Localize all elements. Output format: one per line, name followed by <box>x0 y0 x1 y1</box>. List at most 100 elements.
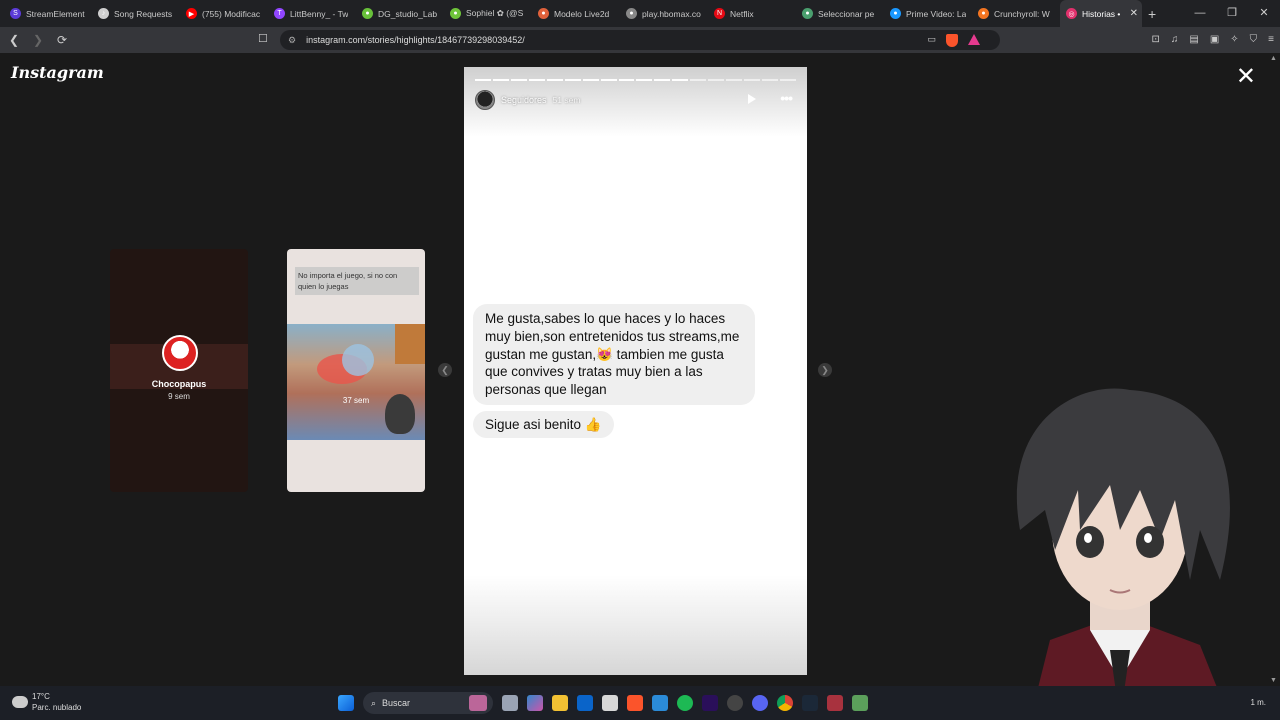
tab-title: Prime Video: La <box>906 8 966 19</box>
weather-widget[interactable]: 17°C Parc. nublado <box>12 691 81 713</box>
browser-tab-strip: S StreamElement ♪ Song Requests ▶ (755) Modif… <box>0 0 1280 27</box>
active-story[interactable]: Seguidores 51 sem ••• Me gusta,sabes lo … <box>464 67 807 675</box>
browser-tab[interactable]: ◎ Historias • ✕ <box>1060 0 1142 27</box>
back-icon[interactable]: ❮ <box>4 33 24 47</box>
tab-favicon-icon: ● <box>626 8 637 19</box>
browser-tab[interactable]: T LittBenny_ - Tw <box>268 0 356 27</box>
story-preview-game[interactable]: No importa el juego, si no con quien lo … <box>287 249 425 492</box>
progress-segment <box>708 79 725 81</box>
close-stories-button[interactable]: ✕ <box>1236 65 1256 89</box>
store-icon[interactable] <box>602 695 618 711</box>
cast-icon[interactable]: ▭ <box>927 34 936 47</box>
browser-tab[interactable]: S StreamElement <box>4 0 92 27</box>
tab-title: Netflix <box>730 8 754 19</box>
minimize-button[interactable]: — <box>1184 0 1216 27</box>
screenshot-icon[interactable]: ⊡ <box>1151 34 1159 45</box>
browser-tab[interactable]: ♪ Song Requests <box>92 0 180 27</box>
weather-desc: Parc. nublado <box>32 703 82 712</box>
tab-favicon-icon: ● <box>538 8 549 19</box>
browser-tab[interactable]: ● Prime Video: La <box>884 0 972 27</box>
site-info-icon[interactable]: ⚙ <box>288 35 296 46</box>
tab-title: Seleccionar pe <box>818 8 875 19</box>
app-icon[interactable] <box>827 695 843 711</box>
address-bar-icons: ▭ <box>927 34 980 47</box>
discord-icon[interactable] <box>752 695 768 711</box>
message-bubble: Me gusta,sabes lo que haces y lo haces m… <box>473 304 755 405</box>
search-highlight-icon <box>469 695 487 711</box>
system-clock[interactable]: 1 m. <box>1250 698 1266 707</box>
story-message-image: Me gusta,sabes lo que haces y lo haces m… <box>464 299 807 444</box>
menu-icon[interactable]: ≡ <box>1268 34 1274 45</box>
tab-title: LittBenny_ - Tw <box>290 8 349 19</box>
tab-favicon-icon: S <box>10 8 21 19</box>
avatar <box>162 335 198 371</box>
copilot-icon[interactable] <box>527 695 543 711</box>
windows-start-icon[interactable] <box>338 695 354 711</box>
preview-time: 9 sem <box>168 392 190 401</box>
new-tab-button[interactable]: + <box>1148 6 1156 22</box>
browser-tab[interactable]: ● DG_studio_Lab <box>356 0 444 27</box>
toolbar-icons: ⊡ ♫ ▤ ▣ ✧ ⛉ ≡ <box>1151 34 1274 45</box>
progress-segment <box>528 79 545 81</box>
tab-title: DG_studio_Lab <box>378 8 438 19</box>
bookmark-icon[interactable]: ☐ <box>258 32 268 45</box>
tab-title: Historias • <box>1082 8 1121 19</box>
avatar[interactable] <box>475 90 495 110</box>
spotify-icon[interactable] <box>677 695 693 711</box>
browser-tab[interactable]: ● Modelo Live2d <box>532 0 620 27</box>
vpn-icon[interactable]: ⛉ <box>1250 34 1258 45</box>
progress-segment <box>475 79 491 81</box>
play-icon[interactable] <box>748 94 756 104</box>
leo-ai-icon[interactable]: ✧ <box>1230 34 1238 45</box>
tab-favicon-icon: N <box>714 8 725 19</box>
browser-tab[interactable]: N Netflix <box>708 0 796 27</box>
game-screenshot <box>287 324 425 440</box>
outlook-icon[interactable] <box>577 695 593 711</box>
next-story-icon[interactable]: ❯ <box>818 363 832 377</box>
taskbar-search[interactable]: ⌕ Buscar <box>363 692 493 714</box>
forward-icon[interactable]: ❯ <box>28 33 48 47</box>
maximize-button[interactable]: ❐ <box>1216 0 1248 27</box>
tab-title: Song Requests <box>114 8 173 19</box>
browser-tab[interactable]: ● Seleccionar pe <box>796 0 884 27</box>
weather-cloud-icon <box>12 696 28 708</box>
story-username[interactable]: Seguidores <box>501 95 547 105</box>
browser-tab[interactable]: ● play.hbomax.co <box>620 0 708 27</box>
brave-shield-icon[interactable] <box>946 34 958 47</box>
search-icon: ⌕ <box>371 697 377 708</box>
app-icon[interactable] <box>652 695 668 711</box>
reload-icon[interactable]: ⟳ <box>52 33 72 47</box>
progress-segment <box>600 79 617 81</box>
address-bar[interactable]: ⚙ instagram.com/stories/highlights/18467… <box>280 30 1000 50</box>
brave-rewards-icon[interactable] <box>968 34 980 45</box>
instagram-logo[interactable]: Instagram <box>11 63 104 82</box>
steam-icon[interactable] <box>802 695 818 711</box>
close-tab-icon[interactable]: ✕ <box>1130 8 1138 19</box>
preview-caption: No importa el juego, si no con quien lo … <box>295 267 419 295</box>
story-preview-chocopapus[interactable]: Chocopapus 9 sem <box>110 249 248 492</box>
previous-story-icon[interactable]: ❮ <box>438 363 452 377</box>
browser-tab[interactable]: ● Crunchyroll: W <box>972 0 1060 27</box>
browser-toolbar: ❮ ❯ ⟳ ☐ ⚙ instagram.com/stories/highligh… <box>0 27 1280 53</box>
app-icon[interactable] <box>852 695 868 711</box>
browser-tab[interactable]: ▶ (755) Modificac <box>180 0 268 27</box>
file-explorer-icon[interactable] <box>552 695 568 711</box>
close-window-button[interactable]: ✕ <box>1248 0 1280 27</box>
tab-title: (755) Modificac <box>202 8 261 19</box>
premiere-icon[interactable] <box>702 695 718 711</box>
progress-segment <box>510 79 527 81</box>
tab-favicon-icon: ● <box>890 8 901 19</box>
more-options-icon[interactable]: ••• <box>780 90 793 106</box>
media-icon[interactable]: ♫ <box>1171 34 1179 45</box>
chrome-icon[interactable] <box>777 695 793 711</box>
progress-segment <box>582 79 599 81</box>
browser-tab[interactable]: ● Sophiel ✿ (@S <box>444 0 532 27</box>
brave-browser-icon[interactable] <box>627 695 643 711</box>
wallet-icon[interactable]: ▣ <box>1210 34 1219 45</box>
task-view-icon[interactable] <box>502 695 518 711</box>
progress-segment <box>618 79 635 81</box>
obs-icon[interactable] <box>727 695 743 711</box>
tab-favicon-icon: ● <box>362 8 373 19</box>
sidebar-icon[interactable]: ▤ <box>1189 34 1198 45</box>
progress-segment <box>636 79 653 81</box>
